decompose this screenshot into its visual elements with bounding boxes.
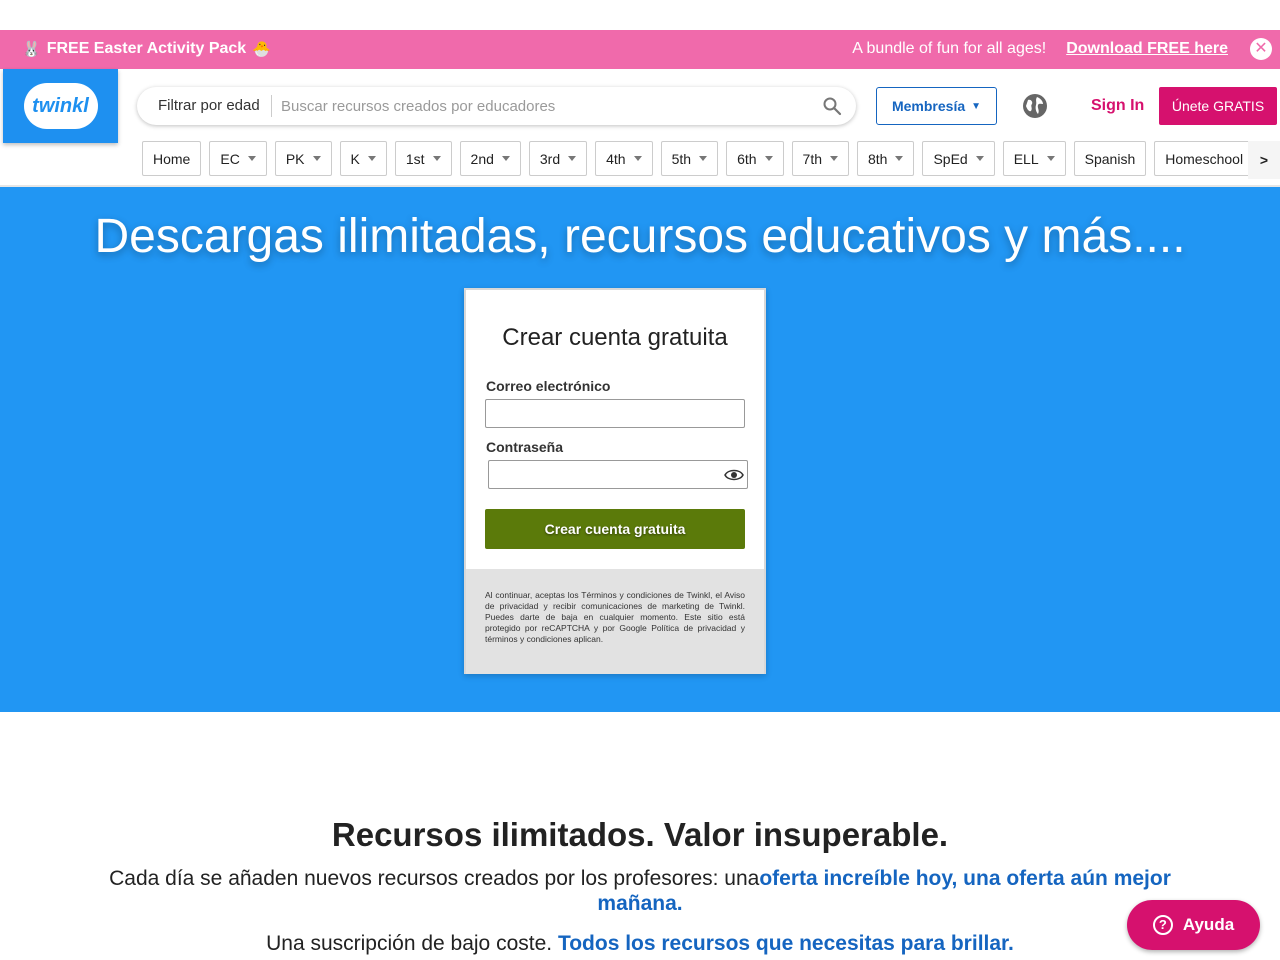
chevron-down-icon: [975, 156, 984, 161]
grade-tab-label: 2nd: [470, 150, 494, 167]
grade-tab-home[interactable]: Home: [142, 141, 202, 176]
grade-nav-next-button[interactable]: >: [1248, 141, 1280, 179]
grade-tab-label: 3rd: [539, 150, 561, 167]
search-bar: Filtrar por edad: [137, 87, 856, 125]
grade-tab-label: PK: [285, 150, 305, 167]
close-icon[interactable]: ✕: [1250, 38, 1272, 60]
chevron-down-icon: [699, 156, 708, 161]
chevron-down-icon: [830, 156, 838, 161]
legal-footer: Al continuar, aceptas los Términos y con…: [466, 569, 764, 674]
grade-tab-k[interactable]: K: [339, 141, 387, 176]
grade-tab-label: 5th: [671, 150, 692, 167]
join-free-button[interactable]: Únete GRATIS: [1159, 87, 1277, 125]
hero-section: Descargas ilimitadas, recursos educativo…: [0, 187, 1280, 712]
grade-tab-label: 8th: [868, 150, 888, 167]
membership-button[interactable]: Membresía ▼: [876, 87, 997, 125]
section-paragraph-1: Cada día se añaden nuevos recursos cread…: [100, 866, 1180, 916]
promo-title: FREE Easter Activity Pack: [46, 40, 247, 57]
search-divider: [271, 95, 272, 117]
grade-tab-sped[interactable]: SpEd: [922, 141, 995, 176]
search-icon[interactable]: [822, 96, 842, 116]
grade-tab-label: 7th: [802, 150, 822, 167]
chevron-down-icon: [312, 156, 321, 161]
email-field[interactable]: [485, 399, 745, 428]
chevron-down-icon: [501, 156, 510, 161]
grade-tab-label: Spanish: [1084, 150, 1136, 167]
grade-tab-7th[interactable]: 7th: [791, 141, 849, 176]
chick-icon: 🐣: [252, 40, 271, 58]
chevron-down-icon: ▼: [971, 100, 982, 112]
password-field[interactable]: [488, 460, 748, 489]
grade-tab-spanish[interactable]: Spanish: [1073, 141, 1147, 176]
grade-tab-label: ELL: [1013, 150, 1039, 167]
email-label: Correo electrónico: [486, 378, 611, 394]
create-account-button[interactable]: Crear cuenta gratuita: [485, 509, 745, 549]
grade-tab-ec[interactable]: EC: [209, 141, 267, 176]
membership-label: Membresía: [891, 98, 966, 114]
signup-card: Crear cuenta gratuita Correo electrónico…: [464, 288, 766, 674]
grade-tab-label: 4th: [606, 150, 626, 167]
chevron-down-icon: [247, 156, 256, 161]
grade-tab-4th[interactable]: 4th: [595, 141, 653, 176]
promo-left: 🐰 FREE Easter Activity Pack 🐣: [22, 40, 271, 58]
grade-tab-label: SpEd: [933, 150, 968, 167]
logo-cloud: twinkl: [23, 83, 98, 129]
promo-banner: 🐰 FREE Easter Activity Pack 🐣 A bundle o…: [0, 30, 1280, 69]
age-filter-select[interactable]: Filtrar por edad: [158, 97, 260, 114]
grade-tab-1st[interactable]: 1st: [394, 141, 452, 176]
section-title: Recursos ilimitados. Valor insuperable.: [331, 816, 949, 853]
p2-highlight: Todos los recursos que necesitas para br…: [557, 932, 1014, 955]
twinkl-logo[interactable]: twinkl: [3, 69, 118, 143]
promo-tagline: A bundle of fun for all ages!: [852, 40, 1047, 57]
chevron-down-icon: [568, 156, 577, 161]
grade-tab-ell[interactable]: ELL: [1002, 141, 1066, 176]
help-label: Ayuda: [1182, 915, 1235, 934]
p1-end: .: [676, 892, 683, 915]
eye-icon[interactable]: [724, 467, 744, 483]
legal-text: Al continuar, aceptas los Términos y con…: [485, 590, 745, 644]
chevron-down-icon: [1046, 156, 1055, 161]
grade-tab-label: Homeschool: [1165, 150, 1244, 167]
search-input[interactable]: [281, 93, 801, 119]
logo-text: twinkl: [32, 94, 89, 117]
grade-tab-label: EC: [220, 150, 240, 167]
globe-icon[interactable]: [1021, 92, 1049, 120]
chevron-down-icon: [432, 156, 441, 161]
chevron-down-icon: [633, 156, 642, 161]
promo-download-link[interactable]: Download FREE here: [1066, 40, 1228, 58]
help-button[interactable]: ? Ayuda: [1127, 900, 1260, 950]
signup-card-title: Crear cuenta gratuita: [502, 324, 728, 351]
grade-tab-8th[interactable]: 8th: [857, 141, 915, 176]
grade-tab-label: 1st: [405, 150, 425, 167]
p2-text: Una suscripción de bajo coste.: [266, 932, 558, 955]
bunny-icon: 🐰: [22, 40, 41, 58]
grade-tab-2nd[interactable]: 2nd: [459, 141, 521, 176]
grade-nav: Home EC PK K 1st 2nd 3rd 4th 5th 6th 7th 8th SpEd ELL…: [142, 141, 1271, 176]
help-icon: ?: [1152, 915, 1173, 935]
grade-tab-pk[interactable]: PK: [274, 141, 332, 176]
chevron-down-icon: [764, 156, 773, 161]
section-paragraph-2: Una suscripción de bajo coste. Todos los…: [0, 932, 1280, 956]
grade-tab-label: 6th: [737, 150, 757, 167]
hero-title: Descargas ilimitadas, recursos educativo…: [94, 210, 1186, 263]
grade-tab-5th[interactable]: 5th: [660, 141, 719, 176]
p1-text: Cada día se añaden nuevos recursos cread…: [109, 867, 760, 890]
promo-right: A bundle of fun for all ages! Download F…: [852, 40, 1228, 58]
chevron-down-icon: [895, 156, 904, 161]
grade-tab-label: K: [350, 150, 360, 167]
password-label: Contraseña: [486, 439, 564, 455]
grade-tab-3rd[interactable]: 3rd: [528, 141, 588, 176]
grade-tab-6th[interactable]: 6th: [726, 141, 784, 176]
sign-in-link[interactable]: Sign In: [1091, 97, 1144, 115]
grade-tab-label: Home: [153, 150, 191, 167]
chevron-down-icon: [367, 156, 376, 161]
